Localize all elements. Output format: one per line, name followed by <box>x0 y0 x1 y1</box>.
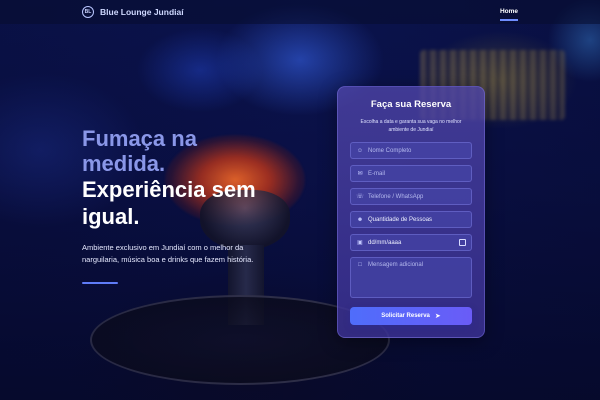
top-navbar: BL Blue Lounge Jundiaí Home <box>0 0 600 24</box>
date-picker-icon[interactable] <box>459 239 466 246</box>
name-placeholder: Nome Completo <box>368 147 412 154</box>
people-select-value: Quantidade de Pessoas <box>368 216 433 223</box>
user-icon: ☺ <box>356 147 364 154</box>
accent-divider <box>82 282 118 284</box>
hero-title-line-1: Fumaça na <box>82 126 197 151</box>
reservation-form: Faça sua Reserva Escolha a data e garant… <box>337 86 485 338</box>
envelope-icon: ✉ <box>357 171 363 177</box>
nav-link-home[interactable]: Home <box>499 8 519 21</box>
date-input[interactable]: ▣ dd/mm/aaaa <box>350 234 472 251</box>
send-icon: ➤ <box>434 313 441 320</box>
brand-name: Blue Lounge Jundiaí <box>100 7 184 17</box>
logo-text: BL <box>84 9 92 15</box>
brand[interactable]: BL Blue Lounge Jundiaí <box>82 6 184 18</box>
email-field[interactable]: ✉ E-mail <box>350 165 472 182</box>
people-select[interactable]: ☻ Quantidade de Pessoas <box>350 211 472 228</box>
message-field[interactable]: □ Mensagem adicional <box>350 257 472 298</box>
email-placeholder: E-mail <box>368 170 386 177</box>
submit-label: Solicitar Reserva <box>381 313 430 319</box>
hero-title-line-4: igual. <box>82 204 140 229</box>
message-placeholder: Mensagem adicional <box>368 262 424 268</box>
people-icon: ☻ <box>356 216 364 223</box>
logo-icon: BL <box>82 6 94 18</box>
name-field[interactable]: ☺ Nome Completo <box>350 142 472 159</box>
hero-title-line-3: Experiência sem <box>82 177 256 202</box>
submit-reservation-button[interactable]: Solicitar Reserva ➤ <box>350 307 472 325</box>
phone-field[interactable]: ☏ Telefone / WhatsApp <box>350 188 472 205</box>
phone-placeholder: Telefone / WhatsApp <box>368 193 424 200</box>
calendar-icon: ▣ <box>357 240 363 246</box>
date-value: dd/mm/aaaa <box>368 239 402 246</box>
form-description: Escolha a data e garanta sua vaga no mel… <box>360 119 462 133</box>
form-title: Faça sua Reserva <box>370 99 452 110</box>
message-icon: □ <box>358 262 362 268</box>
phone-icon: ☏ <box>356 194 364 200</box>
hero-title-line-2: medida. <box>82 151 166 176</box>
hero-section: Fumaça na medida. Experiência sem igual.… <box>82 126 302 284</box>
hero-subtitle: Ambiente exclusivo em Jundiaí com o melh… <box>82 243 254 264</box>
